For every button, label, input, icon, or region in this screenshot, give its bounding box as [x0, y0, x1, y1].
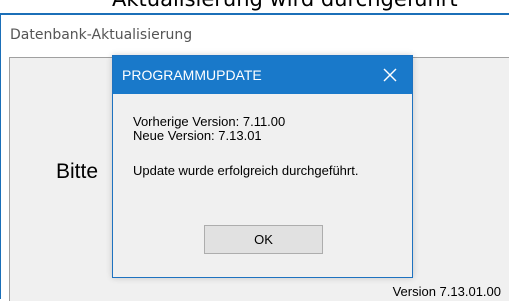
program-update-dialog: PROGRAMMUPDATE Vorherige Version: 7.11.0… [112, 55, 413, 278]
partial-status-text: Bitte [56, 160, 99, 183]
dialog-title: PROGRAMMUPDATE [122, 67, 262, 83]
ok-button[interactable]: OK [204, 225, 323, 254]
top-partial-text: Aktualisierung wird durchgeführt [112, 0, 458, 11]
close-icon[interactable] [382, 67, 398, 83]
dialog-titlebar: PROGRAMMUPDATE [113, 56, 412, 94]
previous-version-text: Vorherige Version: 7.11.00 [133, 114, 286, 129]
window-titlebar: Datenbank-Aktualisierung [1, 15, 509, 56]
window-title: Datenbank-Aktualisierung [10, 27, 193, 43]
version-label: Version 7.13.01.00 [392, 284, 501, 299]
dialog-body: Vorherige Version: 7.11.00 Neue Version:… [113, 94, 412, 277]
new-version-text: Neue Version: 7.13.01 [133, 128, 262, 143]
success-message: Update wurde erfolgreich durchgeführt. [133, 163, 359, 178]
